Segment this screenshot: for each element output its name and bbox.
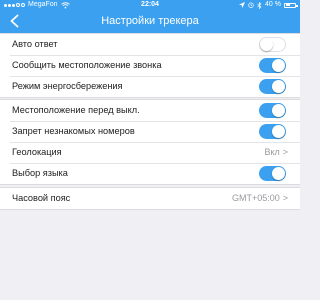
setting-row-timezone[interactable]: Часовой пояс GMT+05:00 > xyxy=(0,188,300,209)
status-bar: MegaFon 22:04 40 % xyxy=(0,0,300,10)
alarm-clock-icon xyxy=(248,2,254,8)
setting-label: Сообщить местоположение звонка xyxy=(12,60,162,70)
timezone-value-text: GMT+05:00 xyxy=(231,193,280,203)
chevron-right-icon: > xyxy=(282,193,288,203)
settings-group-2: Местоположение перед выкл. Запрет незнак… xyxy=(0,99,300,185)
timezone-value[interactable]: GMT+05:00 > xyxy=(232,188,288,209)
battery-percent: 40 % xyxy=(265,1,281,8)
header-bar: MegaFon 22:04 40 % Настройки трекера xyxy=(0,0,300,33)
auto-answer-toggle[interactable] xyxy=(259,37,286,52)
tracker-settings-screen: MegaFon 22:04 40 % Настройки трекера Авт… xyxy=(0,0,300,300)
setting-row-power-saving: Режим энергосбережения xyxy=(0,76,300,97)
location-before-off-toggle[interactable] xyxy=(259,103,286,118)
setting-label: Запрет незнакомых номеров xyxy=(12,126,135,136)
geolocation-value[interactable]: Вкл > xyxy=(264,142,288,163)
setting-label: Геолокация xyxy=(12,147,62,157)
setting-row-block-unknown-numbers: Запрет незнакомых номеров xyxy=(0,121,300,142)
settings-group-3: Часовой пояс GMT+05:00 > xyxy=(0,187,300,210)
block-unknown-numbers-toggle[interactable] xyxy=(259,124,286,139)
setting-label: Выбор языка xyxy=(12,168,68,178)
setting-label: Режим энергосбережения xyxy=(12,81,123,91)
navigation-bar: Настройки трекера xyxy=(0,10,300,33)
settings-group-1: Авто ответ Сообщить местоположение звонк… xyxy=(0,33,300,98)
report-call-location-toggle[interactable] xyxy=(259,58,286,73)
power-saving-toggle[interactable] xyxy=(259,79,286,94)
setting-row-location-before-off: Местоположение перед выкл. xyxy=(0,100,300,121)
setting-label: Авто ответ xyxy=(12,39,58,49)
geolocation-value-text: Вкл xyxy=(264,147,280,157)
chevron-right-icon: > xyxy=(282,147,288,157)
setting-label: Местоположение перед выкл. xyxy=(12,105,140,115)
location-arrow-icon xyxy=(239,2,246,8)
setting-row-geolocation[interactable]: Геолокация Вкл > xyxy=(0,142,300,163)
setting-row-auto-answer: Авто ответ xyxy=(0,34,300,55)
setting-row-language: Выбор языка xyxy=(0,163,300,184)
language-toggle[interactable] xyxy=(259,166,286,181)
setting-label: Часовой пояс xyxy=(12,193,71,203)
page-title: Настройки трекера xyxy=(101,15,199,27)
setting-row-report-call-location: Сообщить местоположение звонка xyxy=(0,55,300,76)
bluetooth-icon xyxy=(257,1,262,9)
status-right: 40 % xyxy=(239,0,298,10)
battery-icon xyxy=(284,2,298,8)
